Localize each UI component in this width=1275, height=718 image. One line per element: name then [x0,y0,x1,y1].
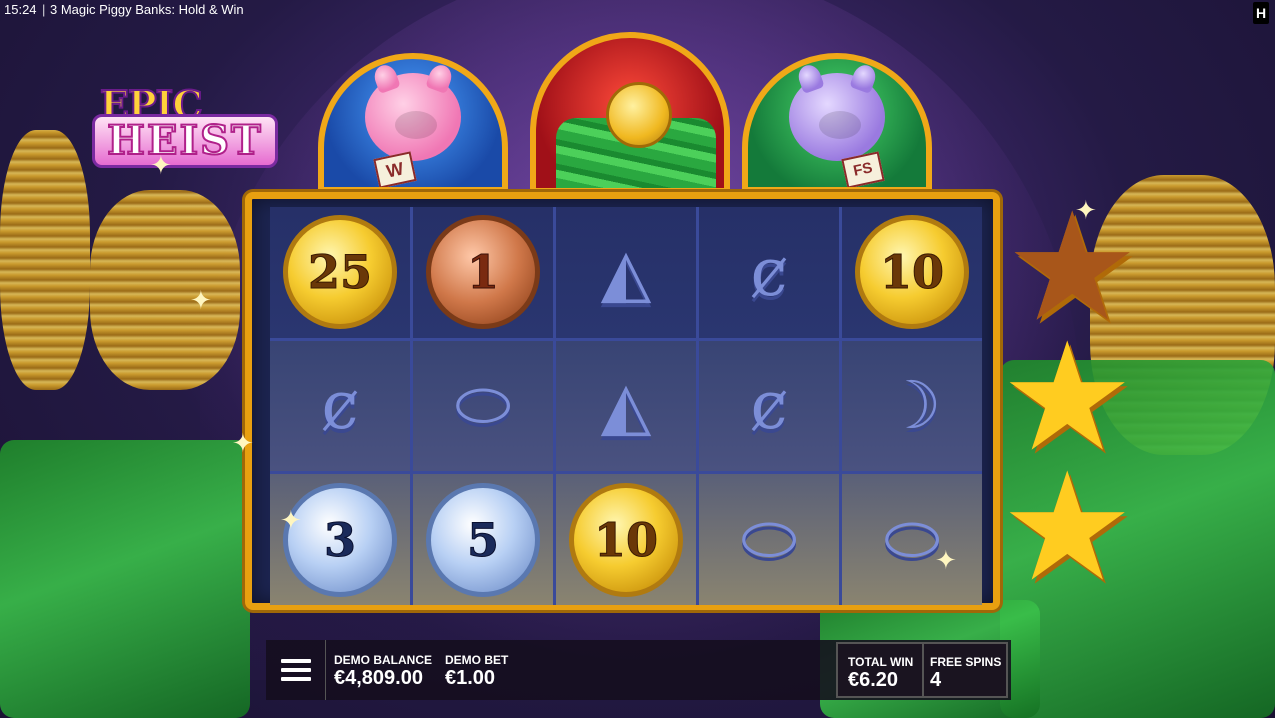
total-win-value: €6.20 [848,669,899,691]
bet-label: DEMO BET [445,653,509,667]
tin-can-icon: ⬭ [883,500,941,578]
free-spins-value: 4 [930,669,942,691]
sparkle-icon: ✦ [280,505,302,535]
hamburger-menu-icon[interactable] [266,640,326,700]
purple-piggy-bank-icon [789,62,885,161]
reel-cell: 25 [270,207,410,338]
gold-coin-icon [606,82,672,148]
wild-badge: W [373,151,417,187]
game-logo: EPIC HEIST [92,81,278,177]
reel-cell: 10 [842,207,982,338]
reel-cell: ȼ [699,340,839,472]
tin-can-icon: ⬭ [740,500,798,578]
reel-cell: ◭ [556,340,696,472]
total-win-label: TOTAL WIN [848,655,914,669]
watermelon-slice-icon: ◭ [600,367,652,445]
fish-bone-icon: ȼ [321,367,359,445]
reel-cell: ☽ [842,340,982,472]
bet-value[interactable]: €1.00 [445,667,495,690]
gold-coin-icon: 10 [569,482,683,597]
sparkle-icon: ✦ [1075,195,1097,225]
silver-coin-icon: 3 [283,482,397,597]
clock: 15:24 [4,2,37,17]
game-title: 3 Magic Piggy Banks: Hold & Win [50,2,244,17]
fish-bone-icon: ȼ [750,367,788,445]
balance-label: DEMO BALANCE [334,653,432,667]
title-separator: | [42,2,46,17]
watermelon-slice-icon: ◭ [600,233,652,311]
reel-cell: ⬭ [699,474,839,605]
coin-pile-left [0,130,90,390]
reel-cell: 3 [270,474,410,605]
reel-cell: ȼ [270,340,410,472]
reel-cell: 10 [556,474,696,605]
gold-coin-icon: 10 [855,215,969,330]
free-spins-badge: FS [841,151,885,187]
logo-line-2: HEIST [92,114,278,168]
star-icon-lit: ★ [1000,443,1135,611]
brand-logo-icon: H [1253,2,1269,24]
reel-cell: ⬭ [842,474,982,605]
apple-core-icon: ☽ [882,367,942,445]
sparkle-icon: ✦ [150,150,172,180]
tin-can-icon: ⬭ [454,366,512,444]
bronze-coin-icon: 1 [426,215,540,330]
reel-cell: 1 [413,207,553,338]
reel-frame: 25 1 ◭ ȼ 10 ȼ ⬭ ◭ ȼ ☽ 3 5 10 ⬭ ⬭ [245,192,1000,610]
status-bar: 15:24 | 3 Magic Piggy Banks: Hold & Win … [0,0,1275,24]
balance-value: €4,809.00 [334,667,423,689]
bottom-hud: DEMO BALANCE €4,809.00 DEMO BET €1.00 TO… [266,640,1011,700]
free-spins-label: FREE SPINS [930,655,1002,669]
sparkle-icon: ✦ [935,545,957,575]
cash-pile-left [0,440,250,718]
gold-coin-icon: 25 [283,215,397,330]
coin-pile-left-2 [90,190,240,390]
silver-coin-icon: 5 [426,482,540,597]
reel-cell: 5 [413,474,553,605]
win-spins-panel: TOTAL WIN €6.20 FREE SPINS 4 [836,642,1008,698]
reel-cell: ◭ [556,207,696,338]
reel-grid: 25 1 ◭ ȼ 10 ȼ ⬭ ◭ ȼ ☽ 3 5 10 ⬭ ⬭ [270,207,982,605]
reel-cell: ȼ [699,207,839,338]
sparkle-icon: ✦ [190,285,212,315]
fish-bone-icon: ȼ [750,233,788,311]
reel-cell: ⬭ [413,340,553,472]
sparkle-icon: ✦ [232,428,254,458]
pink-piggy-bank-icon [365,62,461,161]
